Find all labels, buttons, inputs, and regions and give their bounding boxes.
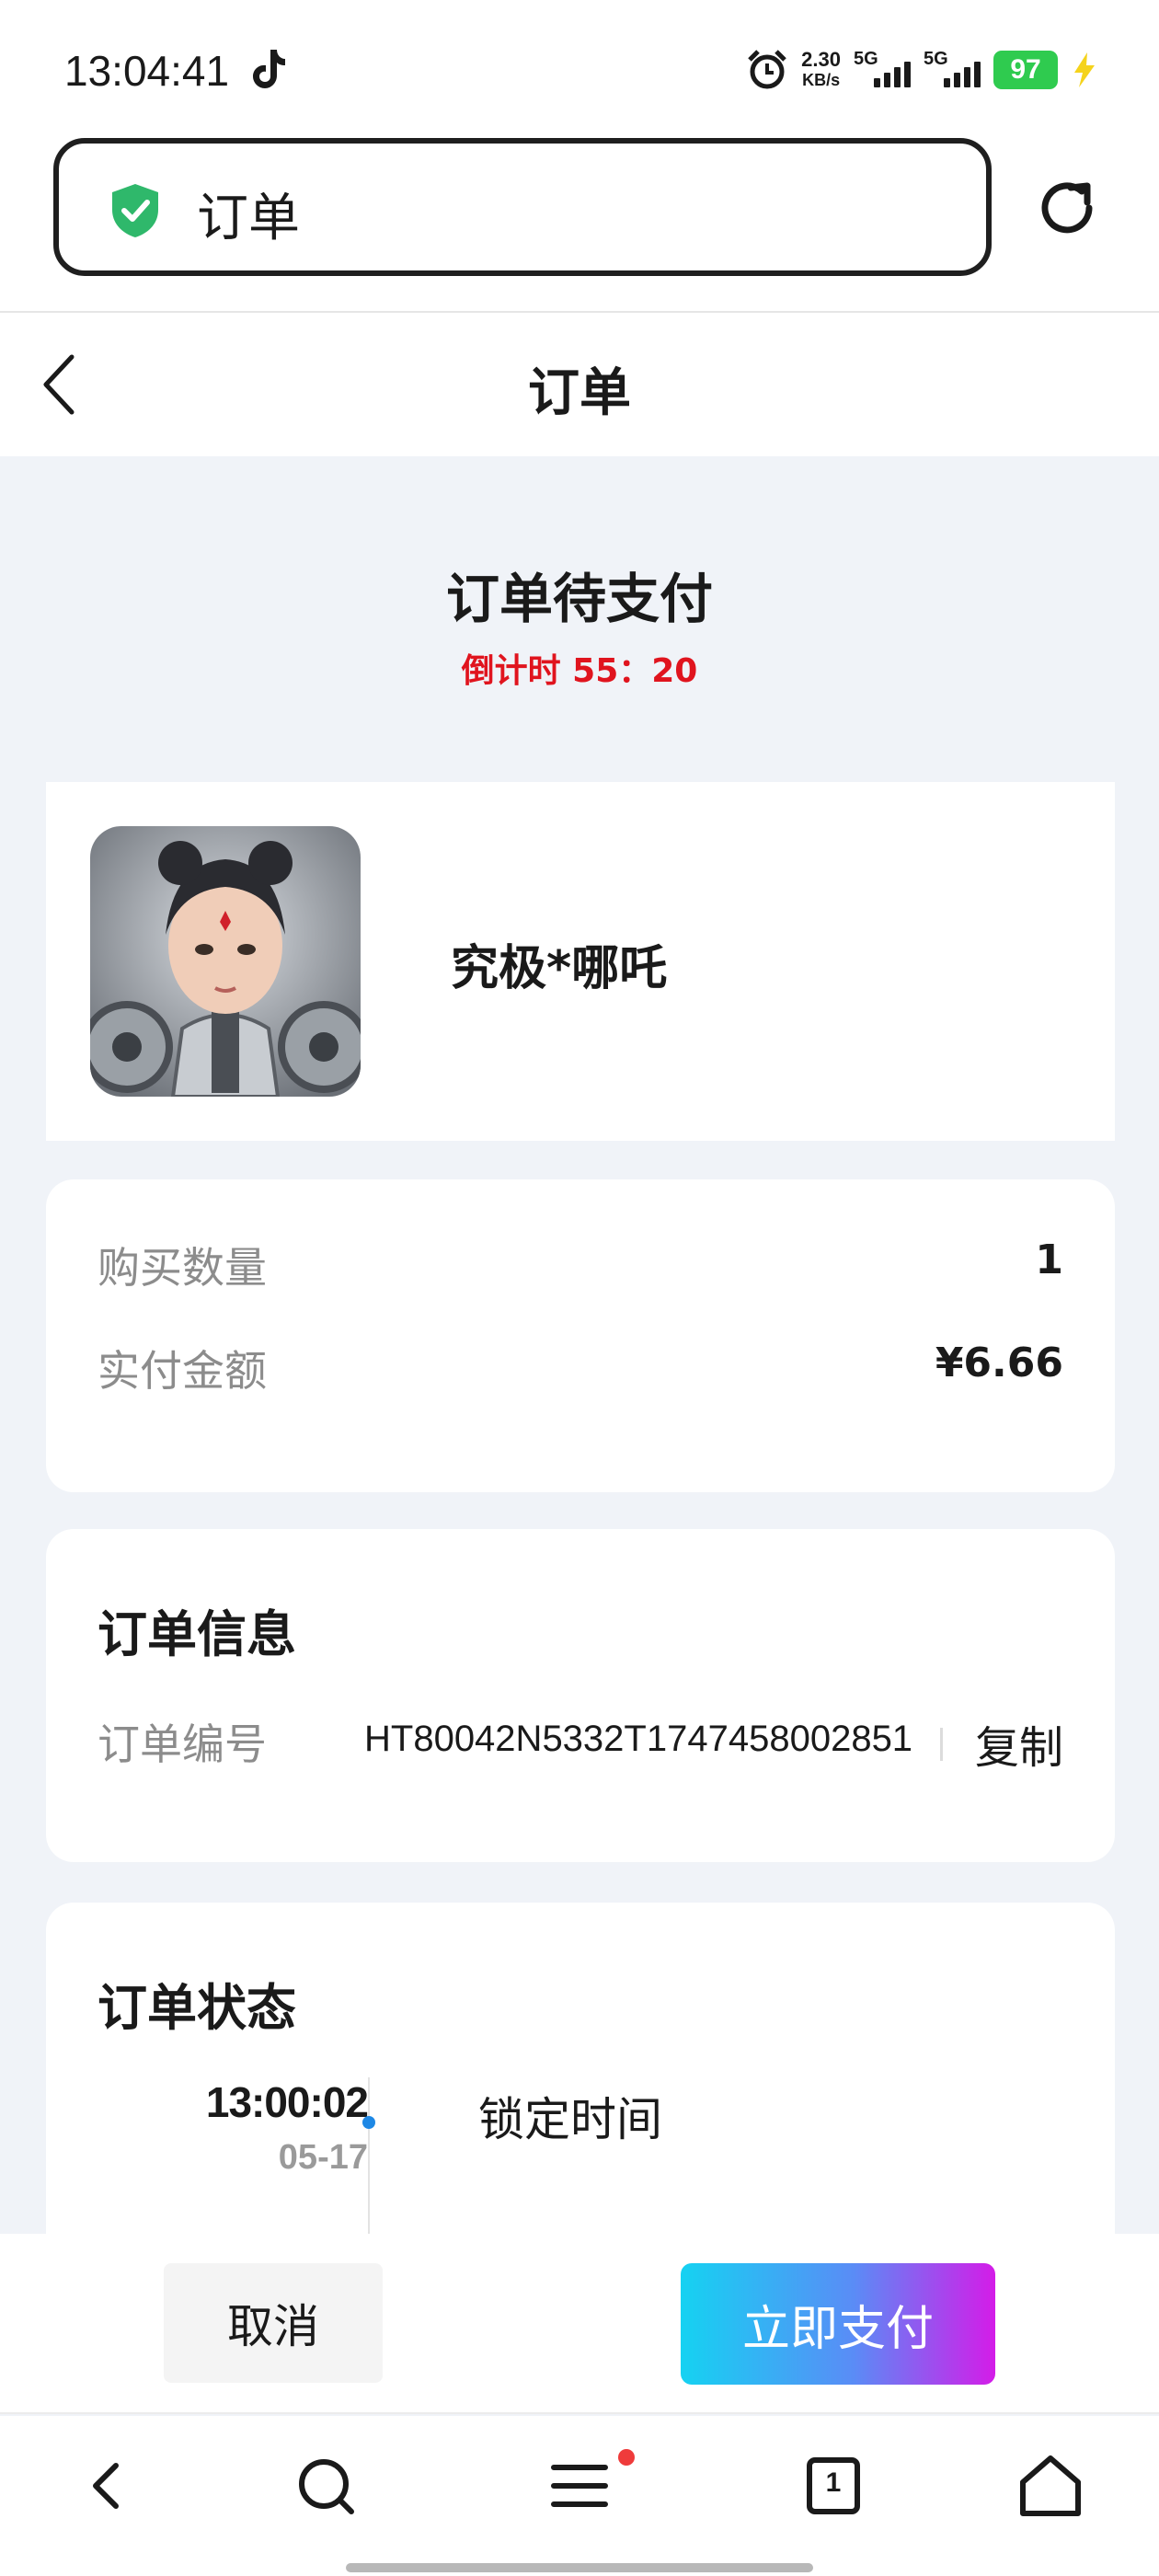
net-speed: 2.30 KB/s	[801, 48, 841, 90]
reload-icon[interactable]	[1034, 175, 1100, 241]
home-indicator[interactable]	[346, 2563, 813, 2572]
order-info-title: 订单信息	[98, 1605, 296, 1663]
status-time: 13:04:41	[64, 47, 230, 95]
tab-count: 1	[825, 2467, 842, 2498]
order-info-card: 订单信息 订单编号 HT80042N5332T1747458002851 复制	[46, 1529, 1115, 1862]
signal-icon-sim2: 5G	[924, 49, 981, 91]
browser-address-bar: 订单	[0, 138, 1159, 313]
battery-indicator: 97	[993, 51, 1058, 89]
quantity-label: 购买数量	[98, 1243, 267, 1293]
notification-dot	[618, 2449, 635, 2466]
alarm-icon	[748, 50, 786, 89]
countdown-timer: 倒计时 55：20	[461, 652, 698, 690]
secure-shield-icon	[112, 184, 158, 237]
order-status-card: 订单状态 13:00:02 05-17 锁定时间	[46, 1903, 1115, 2234]
page-header: 订单	[0, 313, 1159, 456]
signal-icon-sim1: 5G	[854, 49, 911, 91]
cancel-button[interactable]: 取消	[164, 2263, 383, 2383]
nav-home-icon[interactable]	[1014, 2449, 1087, 2523]
amount-value: ¥6.66	[935, 1340, 1063, 1386]
order-summary-card: 购买数量 1 实付金额 ¥6.66	[46, 1179, 1115, 1492]
order-status-section-title: 订单状态	[98, 1979, 296, 2037]
timeline-time: 13:00:02	[205, 2078, 369, 2126]
quantity-value: 1	[1035, 1236, 1063, 1283]
url-text: 订单	[197, 189, 300, 248]
nav-search-icon[interactable]	[289, 2449, 362, 2523]
timeline-dot	[362, 2116, 375, 2129]
tiktok-icon	[253, 50, 285, 88]
product-card: 究极*哪吒	[46, 782, 1115, 1141]
browser-bottom-nav: 1	[0, 2416, 1159, 2576]
status-icons: 2.30 KB/s 5G 5G 97	[746, 44, 1098, 96]
timeline-line	[368, 2077, 370, 2234]
action-bar: 取消 立即支付	[0, 2234, 1159, 2414]
amount-label: 实付金额	[98, 1346, 267, 1396]
order-status-title: 订单待支付	[445, 568, 713, 630]
divider	[940, 1728, 943, 1761]
nav-menu-icon[interactable]	[543, 2449, 616, 2523]
product-name: 究极*哪吒	[451, 941, 668, 996]
copy-button[interactable]: 复制	[975, 1711, 1063, 1776]
order-number-label: 订单编号	[98, 1719, 267, 1769]
order-number: HT80042N5332T1747458002851	[364, 1719, 913, 1759]
timeline-date: 05-17	[278, 2138, 368, 2177]
nav-tabs-button[interactable]: 1	[797, 2449, 870, 2523]
nav-back-icon[interactable]	[70, 2449, 143, 2523]
charging-bolt-icon	[1074, 52, 1095, 87]
timeline-label: 锁定时间	[478, 2093, 662, 2146]
product-image	[90, 826, 361, 1097]
page-title: 订单	[528, 363, 631, 423]
pay-now-button[interactable]: 立即支付	[681, 2263, 995, 2385]
status-bar: 13:04:41 2.30 KB/s 5G 5G 97	[0, 0, 1159, 138]
url-field[interactable]: 订单	[53, 138, 992, 276]
